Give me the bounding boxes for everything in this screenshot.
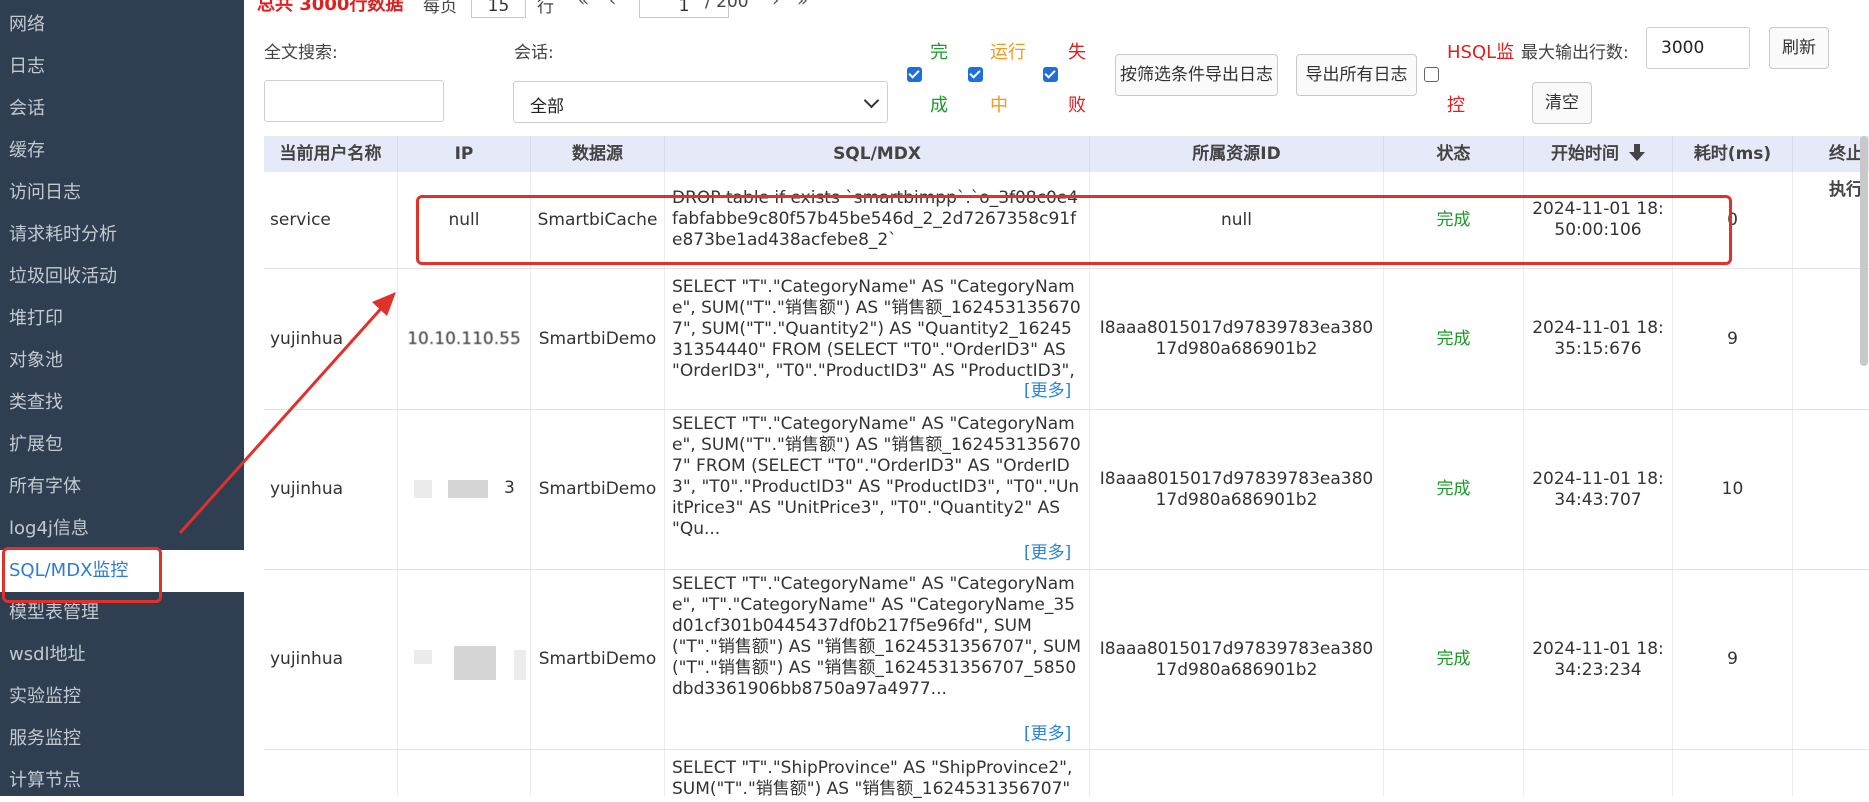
annotation-arrow: [178, 292, 396, 535]
annotation-arrow-line: [178, 301, 388, 535]
